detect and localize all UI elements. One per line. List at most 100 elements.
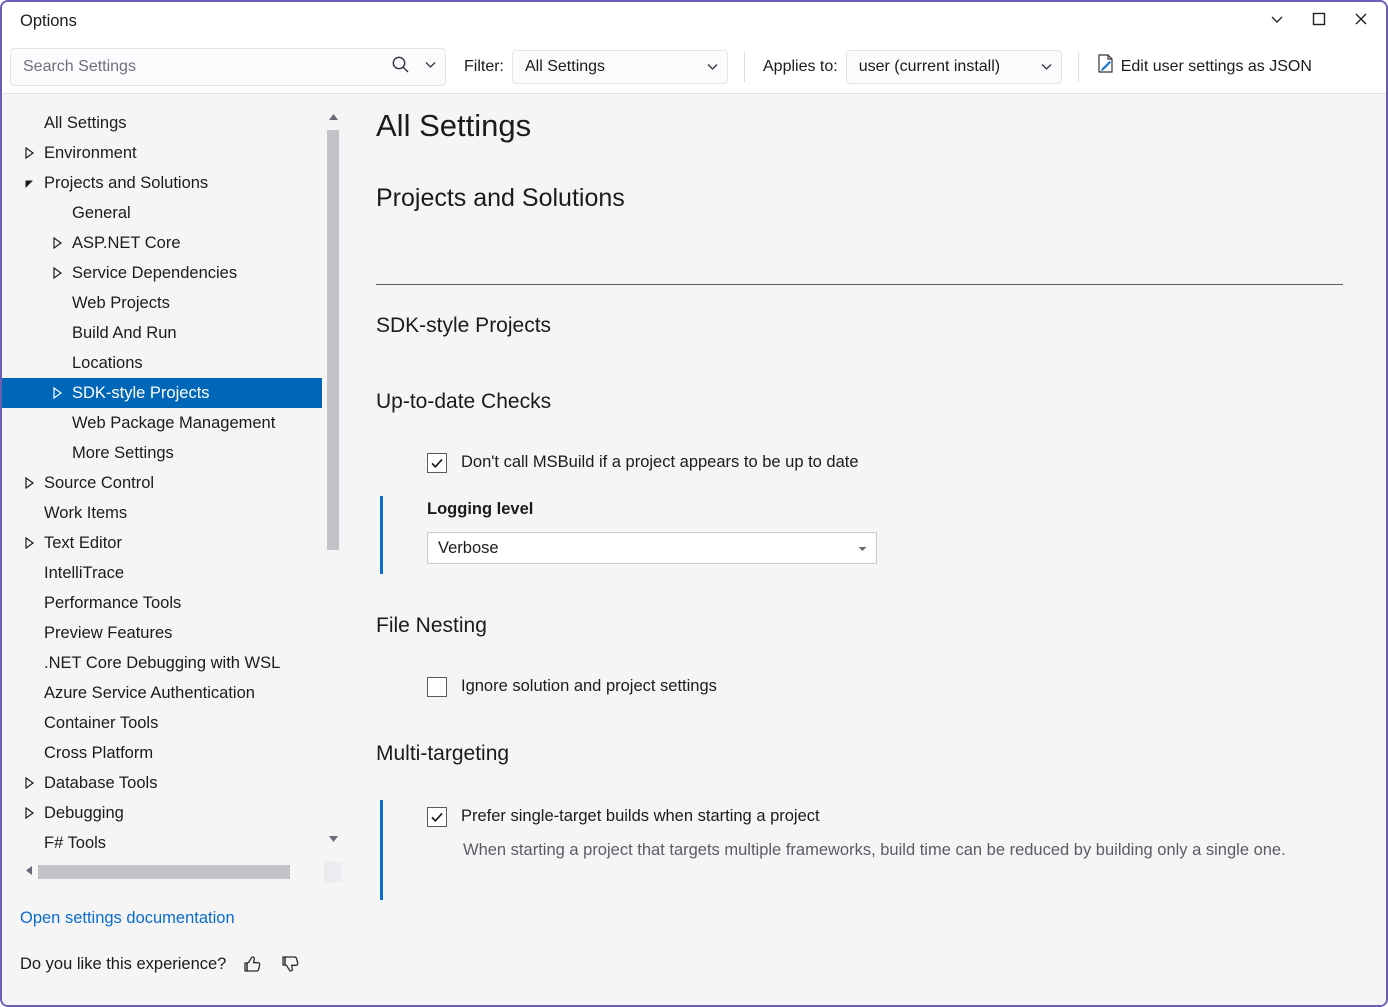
chevron-right-icon[interactable] — [48, 258, 66, 288]
edit-json-button[interactable]: Edit user settings as JSON — [1095, 53, 1312, 80]
sidebar-item-database-tools[interactable]: Database Tools — [2, 768, 322, 798]
sidebar-item-f-tools[interactable]: F# Tools — [2, 828, 322, 849]
sidebar-item-label: Environment — [44, 143, 137, 162]
checkmark-icon — [431, 812, 443, 823]
feedback-question: Do you like this experience? — [20, 954, 227, 973]
sidebar-item-label: Preview Features — [44, 623, 173, 642]
accent-bar-logging — [380, 496, 383, 574]
checkbox-row-ignore-settings[interactable]: Ignore solution and project settings — [427, 676, 717, 697]
sidebar-item-general[interactable]: General — [2, 198, 322, 228]
chevron-right-icon[interactable] — [20, 138, 38, 168]
sidebar-item-label: Cross Platform — [44, 743, 154, 762]
sidebar: All Settings Environment Projects and Solu… — [2, 94, 359, 1005]
logging-level-value: Verbose — [438, 538, 499, 557]
edit-json-label: Edit user settings as JSON — [1120, 57, 1312, 75]
thumbs-up-icon[interactable] — [240, 952, 264, 976]
chevron-right-icon[interactable] — [20, 468, 38, 498]
checkbox-ignore-solution-settings[interactable] — [427, 677, 447, 697]
sidebar-item-label: Service Dependencies — [72, 263, 238, 282]
sidebar-horizontal-scrollbar[interactable] — [20, 862, 342, 882]
checkbox-prefer-single-target[interactable] — [427, 807, 447, 827]
sidebar-item-net-core-debugging-with-wsl[interactable]: .NET Core Debugging with WSL — [2, 648, 322, 678]
sidebar-item-label: IntelliTrace — [44, 563, 125, 582]
search-box[interactable] — [10, 47, 446, 86]
sidebar-item-service-dependencies[interactable]: Service Dependencies — [2, 258, 322, 288]
sidebar-item-source-control[interactable]: Source Control — [2, 468, 322, 498]
sidebar-item-container-tools[interactable]: Container Tools — [2, 708, 322, 738]
section-heading-up-to-date-checks: Up-to-date Checks — [376, 390, 552, 413]
sidebar-item-debugging[interactable]: Debugging — [2, 798, 322, 828]
sidebar-item-intellitrace[interactable]: IntelliTrace — [2, 558, 322, 588]
sidebar-item-all-settings[interactable]: All Settings — [2, 108, 322, 138]
logging-level-dropdown[interactable]: Verbose — [427, 532, 877, 564]
search-button[interactable] — [385, 49, 415, 85]
scroll-thumb-horizontal[interactable] — [38, 865, 290, 879]
filter-dropdown[interactable]: All Settings — [512, 49, 728, 84]
sidebar-item-web-projects[interactable]: Web Projects — [2, 288, 322, 318]
dialog-body: All Settings Environment Projects and Solu… — [2, 94, 1386, 1005]
chevron-down-icon — [1270, 12, 1284, 31]
checkbox-row-prefer-single-target[interactable]: Prefer single-target builds when startin… — [427, 806, 820, 827]
search-input[interactable] — [11, 57, 385, 76]
maximize-button[interactable] — [1298, 5, 1340, 37]
scroll-left-button[interactable] — [20, 862, 38, 882]
checkmark-icon — [431, 458, 443, 469]
sidebar-item-performance-tools[interactable]: Performance Tools — [2, 588, 322, 618]
scroll-thumb-vertical[interactable] — [327, 130, 339, 550]
section-divider — [376, 284, 1343, 285]
close-button[interactable] — [1340, 5, 1382, 37]
sidebar-item-cross-platform[interactable]: Cross Platform — [2, 738, 322, 768]
window-controls — [1256, 2, 1382, 40]
chevron-right-icon[interactable] — [48, 378, 66, 408]
sidebar-item-text-editor[interactable]: Text Editor — [2, 528, 322, 558]
minimize-button[interactable] — [1256, 5, 1298, 37]
chevron-right-icon[interactable] — [20, 798, 38, 828]
thumbs-down-icon[interactable] — [278, 952, 302, 976]
scroll-down-button[interactable] — [324, 830, 342, 848]
sidebar-item-preview-features[interactable]: Preview Features — [2, 618, 322, 648]
sidebar-item-build-and-run[interactable]: Build And Run — [2, 318, 322, 348]
sidebar-item-label: Locations — [72, 353, 143, 372]
sidebar-item-environment[interactable]: Environment — [2, 138, 322, 168]
triangle-left-icon — [25, 863, 33, 881]
category-title: Projects and Solutions — [376, 184, 625, 212]
sidebar-item-label: Source Control — [44, 473, 155, 492]
sidebar-item-asp-net-core[interactable]: ASP.NET Core — [2, 228, 322, 258]
chevron-down-icon — [424, 58, 437, 76]
options-dialog: Options Search Settings Filter: All Sett… — [0, 0, 1388, 1007]
sidebar-item-projects-and-solutions[interactable]: Projects and Solutions — [2, 168, 322, 198]
scroll-track-horizontal[interactable] — [38, 865, 324, 879]
chevron-right-icon[interactable] — [20, 768, 38, 798]
sidebar-item-work-items[interactable]: Work Items — [2, 498, 322, 528]
sidebar-item-locations[interactable]: Locations — [2, 348, 322, 378]
checkbox-row-msbuild[interactable]: Don't call MSBuild if a project appears … — [427, 452, 859, 473]
sidebar-item-sdk-style-projects[interactable]: SDK-style Projects — [2, 378, 322, 408]
sidebar-vertical-scrollbar[interactable] — [324, 108, 342, 848]
chevron-down-icon[interactable] — [20, 168, 38, 198]
checkbox-dont-call-msbuild[interactable] — [427, 453, 447, 473]
window-title: Options — [20, 11, 77, 30]
settings-tree[interactable]: All Settings Environment Projects and Solu… — [2, 108, 322, 848]
search-options-button[interactable] — [415, 49, 445, 85]
feedback-row: Do you like this experience? — [20, 952, 302, 976]
open-settings-documentation-link[interactable]: Open settings documentation — [20, 909, 235, 928]
chevron-right-icon[interactable] — [20, 528, 38, 558]
section-heading-file-nesting: File Nesting — [376, 614, 487, 637]
applies-to-label: Applies to: — [763, 57, 838, 75]
sidebar-item-azure-service-authentication[interactable]: Azure Service Authentication — [2, 678, 322, 708]
scroll-up-button[interactable] — [324, 108, 342, 126]
chevron-right-icon[interactable] — [48, 228, 66, 258]
applies-to-dropdown[interactable]: user (current install) — [845, 49, 1062, 84]
sidebar-item-more-settings[interactable]: More Settings — [2, 438, 322, 468]
toolbar: Filter: All Settings Applies to: user (c… — [2, 40, 1386, 94]
sidebar-item-web-package-management[interactable]: Web Package Management — [2, 408, 322, 438]
sidebar-item-label: Web Package Management — [72, 413, 276, 432]
